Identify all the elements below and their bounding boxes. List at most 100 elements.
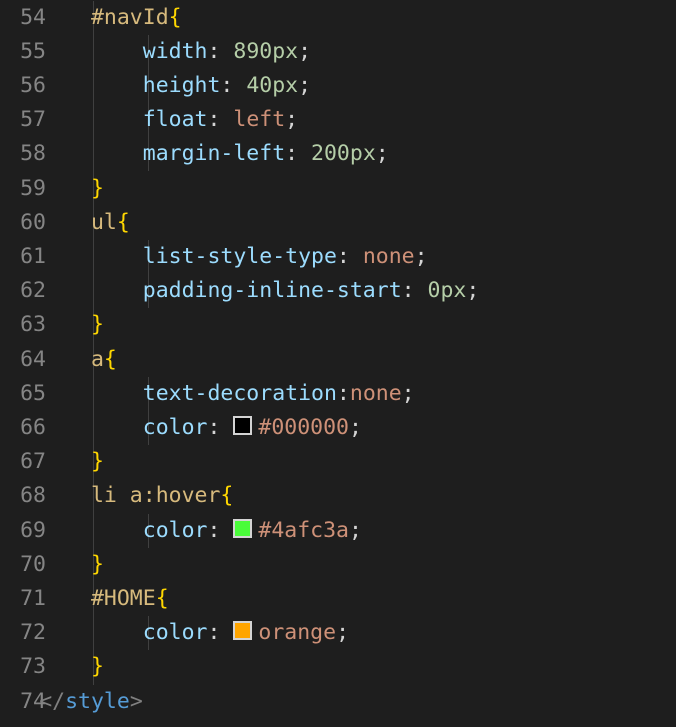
css-property: height (142, 72, 221, 98)
line-code: color: #4afc3a; (39, 514, 362, 548)
css-selector: li a:hover (90, 483, 221, 509)
line-code: height: 40px; (39, 69, 311, 103)
punctuation: : (207, 107, 221, 133)
code-line[interactable]: 69 color: #4afc3a; (0, 514, 676, 548)
code-line[interactable]: 74 </style> (0, 685, 676, 719)
css-selector: #HOME (90, 585, 156, 611)
code-editor[interactable]: 54 #navId{55 width: 890px; 56 height: 40p… (0, 0, 676, 727)
color-swatch-icon[interactable] (233, 415, 253, 435)
css-value: left (233, 107, 286, 133)
css-value: #000000 (258, 414, 349, 440)
color-swatch-icon[interactable] (233, 621, 253, 641)
punctuation: : (207, 38, 221, 64)
line-code: li a:hover{ (39, 479, 233, 513)
brace: } (90, 551, 104, 577)
css-value: orange (258, 620, 337, 646)
brace: } (90, 312, 104, 338)
css-property: margin-left (142, 141, 286, 167)
code-line[interactable]: 72 color: orange; (0, 616, 676, 650)
css-value-number: 890px (233, 38, 299, 64)
punctuation: : (285, 141, 299, 167)
punctuation: ; (414, 243, 428, 269)
color-swatch-icon[interactable] (233, 518, 253, 538)
punctuation: ; (298, 38, 312, 64)
css-value: #4afc3a (258, 517, 349, 543)
line-code: color: #000000; (39, 411, 362, 445)
code-line[interactable]: 54 #navId{ (0, 1, 676, 35)
line-code: #navId{ (39, 1, 182, 35)
brace: } (90, 449, 104, 475)
line-code: } (39, 172, 104, 206)
css-value: none (362, 243, 415, 269)
punctuation: : (336, 380, 350, 406)
punctuation: ; (466, 278, 480, 304)
punctuation: ; (349, 517, 362, 543)
tag-bracket: </ (39, 688, 66, 714)
css-value: none (349, 380, 402, 406)
code-line[interactable]: 63 } (0, 308, 676, 342)
line-code: width: 890px; (39, 35, 311, 69)
css-property: width (142, 38, 208, 64)
line-code: } (39, 548, 104, 582)
css-property: text-decoration (142, 380, 337, 406)
line-code: #HOME{ (39, 582, 169, 616)
brace: { (116, 209, 130, 235)
code-line[interactable]: 73 } (0, 650, 676, 684)
punctuation: ; (349, 414, 362, 440)
punctuation: : (207, 414, 221, 440)
brace: { (168, 4, 182, 30)
line-code: ul{ (39, 206, 130, 240)
tag-name: style (65, 688, 130, 714)
code-line[interactable]: 57 float: left; (0, 103, 676, 137)
css-selector: a (90, 346, 104, 372)
css-property: color (142, 517, 208, 543)
brace: { (220, 483, 234, 509)
css-value-number: 200px (311, 141, 376, 167)
brace: } (90, 175, 104, 201)
css-selector: ul (90, 209, 117, 235)
css-property: padding-inline-start (142, 278, 402, 304)
css-property: color (142, 414, 208, 440)
punctuation: ; (285, 107, 299, 133)
code-line[interactable]: 56 height: 40px; (0, 69, 676, 103)
punctuation: : (401, 278, 415, 304)
tag-bracket: > (129, 688, 143, 714)
code-line[interactable]: 65 text-decoration:none; (0, 377, 676, 411)
punctuation: ; (298, 72, 312, 98)
brace: } (90, 654, 104, 680)
code-line[interactable]: 58 margin-left: 200px; (0, 137, 676, 171)
css-property: float (142, 107, 208, 133)
code-line[interactable]: 67 } (0, 445, 676, 479)
punctuation: ; (336, 620, 350, 646)
code-line[interactable]: 64 a{ (0, 343, 676, 377)
css-value-number: 40px (246, 72, 299, 98)
line-code: </style> (39, 685, 143, 719)
line-code: text-decoration:none; (39, 377, 415, 411)
code-line[interactable]: 61 list-style-type: none; (0, 240, 676, 274)
line-code: list-style-type: none; (39, 240, 428, 274)
line-code: color: orange; (39, 616, 349, 650)
css-selector: #navId (90, 4, 169, 30)
brace: { (155, 585, 169, 611)
punctuation: : (220, 72, 234, 98)
punctuation: : (336, 243, 350, 269)
code-line[interactable]: 66 color: #000000; (0, 411, 676, 445)
line-code: } (39, 308, 104, 342)
line-code: padding-inline-start: 0px; (39, 274, 480, 308)
punctuation: : (207, 620, 221, 646)
code-line[interactable]: 70 } (0, 548, 676, 582)
line-code: a{ (39, 343, 117, 377)
line-code: margin-left: 200px; (39, 137, 389, 171)
code-line[interactable]: 60 ul{ (0, 206, 676, 240)
css-value-number: 0px (427, 278, 467, 304)
punctuation: ; (375, 141, 389, 167)
code-line[interactable]: 68 li a:hover{ (0, 479, 676, 513)
punctuation: ; (401, 380, 415, 406)
css-property: list-style-type (142, 243, 337, 269)
brace: { (103, 346, 117, 372)
code-line[interactable]: 71 #HOME{ (0, 582, 676, 616)
line-code: float: left; (39, 103, 298, 137)
code-line[interactable]: 55 width: 890px; (0, 35, 676, 69)
code-line[interactable]: 62 padding-inline-start: 0px; (0, 274, 676, 308)
code-line[interactable]: 59 } (0, 172, 676, 206)
